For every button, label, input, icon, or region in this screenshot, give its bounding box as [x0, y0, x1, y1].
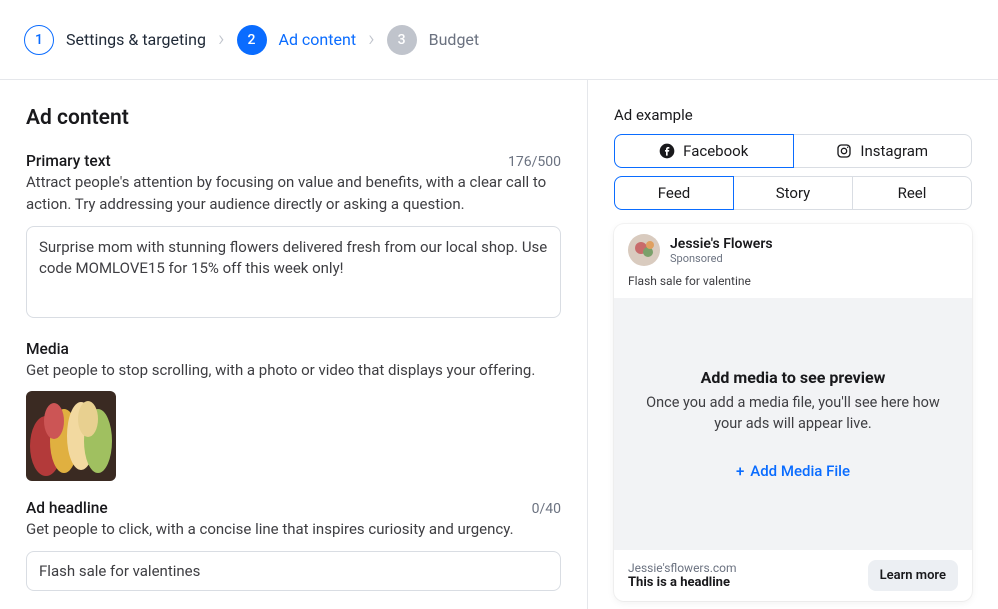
preview-subtext: Flash sale for valentine [614, 272, 972, 298]
platform-label: Facebook [683, 142, 748, 160]
primary-text-helper: Attract people's attention by focusing o… [26, 172, 561, 216]
preview-label: Ad example [614, 106, 972, 124]
step-label: Ad content [279, 30, 357, 49]
headline-input[interactable] [26, 551, 561, 591]
placement-reel[interactable]: Reel [853, 176, 972, 210]
instagram-icon [836, 143, 852, 159]
facebook-icon [659, 143, 675, 159]
step-budget[interactable]: 3 Budget [387, 25, 480, 55]
media-thumbnail[interactable] [26, 391, 116, 481]
avatar [628, 234, 660, 266]
step-number: 3 [387, 25, 417, 55]
chevron-right-icon: › [218, 27, 225, 52]
placement-story[interactable]: Story [734, 176, 853, 210]
page-title: Ad content [26, 106, 561, 130]
placement-feed[interactable]: Feed [614, 176, 734, 210]
step-label: Budget [429, 30, 480, 49]
media-helper: Get people to stop scrolling, with a pho… [26, 360, 561, 382]
headline-label: Ad headline [26, 499, 108, 517]
preview-card: Jessie's Flowers Sponsored Flash sale fo… [614, 224, 972, 601]
preview-sponsored: Sponsored [670, 252, 773, 265]
platform-facebook[interactable]: Facebook [614, 134, 794, 168]
media-label: Media [26, 340, 561, 358]
headline-helper: Get people to click, with a concise line… [26, 519, 561, 541]
primary-text-counter: 176/500 [508, 154, 561, 170]
plus-icon: + [736, 462, 744, 480]
platform-instagram[interactable]: Instagram [794, 134, 973, 168]
add-media-button[interactable]: + Add Media File [736, 462, 850, 480]
platform-label: Instagram [860, 142, 928, 160]
preview-business-name: Jessie's Flowers [670, 236, 773, 252]
step-ad-content[interactable]: 2 Ad content [237, 25, 357, 55]
headline-counter: 0/40 [532, 501, 561, 517]
preview-domain: Jessie'sflowers.com [628, 561, 737, 575]
primary-text-label: Primary text [26, 152, 111, 170]
step-number: 2 [237, 25, 267, 55]
preview-learn-more-button[interactable]: Learn more [868, 560, 958, 591]
step-label: Settings & targeting [66, 30, 206, 49]
preview-media-area: Add media to see preview Once you add a … [614, 298, 972, 550]
preview-media-body: Once you add a media file, you'll see he… [634, 393, 952, 434]
step-number: 1 [24, 25, 54, 55]
chevron-right-icon: › [368, 27, 375, 52]
preview-headline: This is a headline [628, 575, 737, 590]
primary-text-input[interactable] [26, 226, 561, 318]
preview-media-title: Add media to see preview [701, 368, 886, 387]
stepper: 1 Settings & targeting › 2 Ad content › … [0, 0, 998, 80]
step-settings[interactable]: 1 Settings & targeting [24, 25, 206, 55]
